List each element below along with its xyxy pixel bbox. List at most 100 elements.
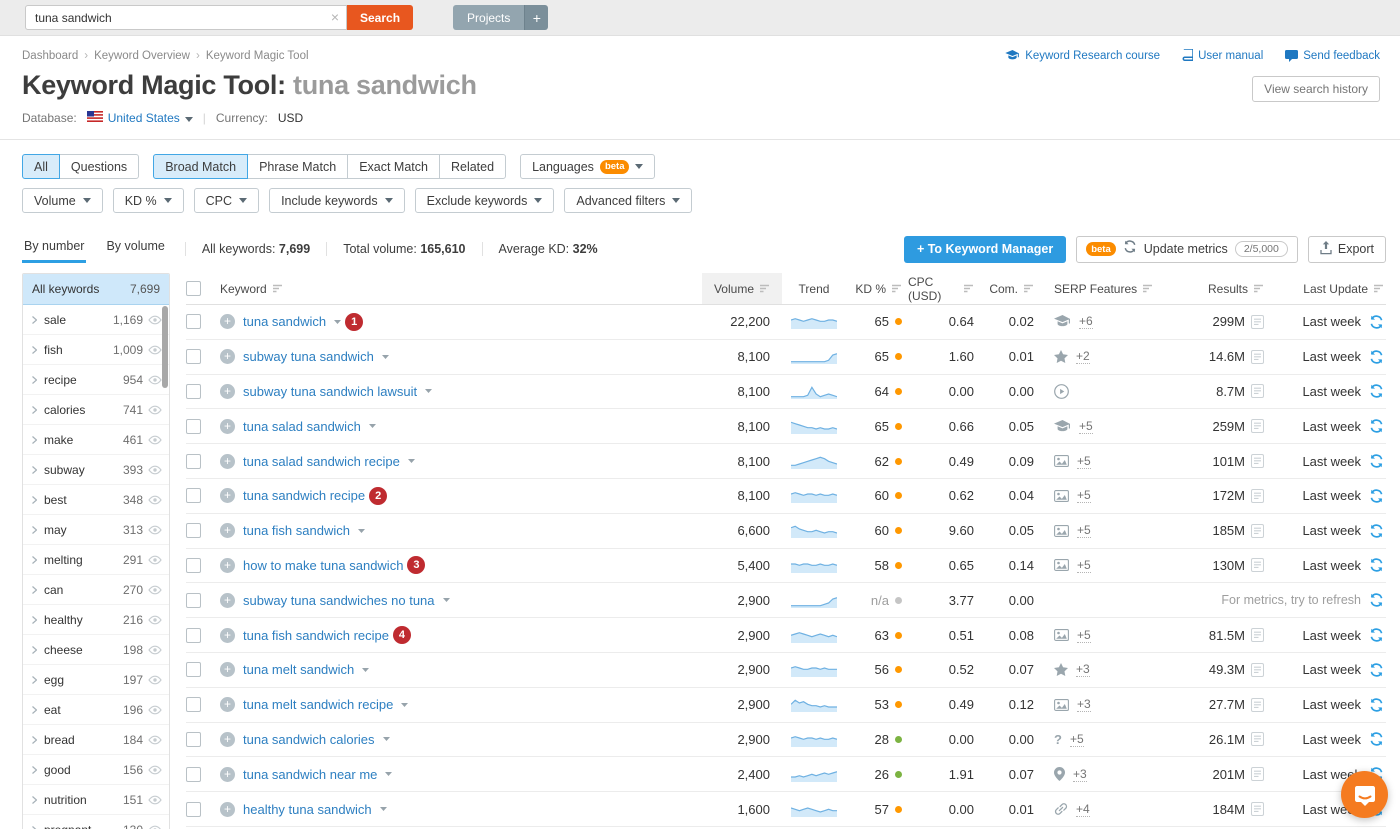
breadcrumb-item[interactable]: Keyword Magic Tool — [206, 50, 309, 62]
keyword-caret-icon[interactable] — [382, 355, 389, 359]
col-results[interactable]: Results — [1208, 282, 1264, 296]
match-tab-exact-match[interactable]: Exact Match — [347, 154, 440, 179]
to-keyword-manager-button[interactable]: + To Keyword Manager — [904, 236, 1066, 263]
serp-more-link[interactable]: +5 — [1077, 558, 1091, 573]
filter-include-keywords[interactable]: Include keywords — [269, 188, 405, 213]
row-checkbox[interactable] — [186, 454, 201, 469]
match-tab-questions[interactable]: Questions — [59, 154, 139, 179]
col-serp-features[interactable]: SERP Features — [1054, 282, 1153, 296]
row-checkbox[interactable] — [186, 314, 201, 329]
sidebar-group-cheese[interactable]: cheese 198 — [23, 635, 169, 665]
serp-more-link[interactable]: +5 — [1077, 454, 1091, 469]
keyword-link[interactable]: tuna fish sandwich — [243, 523, 350, 538]
row-checkbox[interactable] — [186, 419, 201, 434]
refresh-metrics-icon[interactable] — [1369, 350, 1384, 364]
sidebar-group-calories[interactable]: calories 741 — [23, 395, 169, 425]
keyword-caret-icon[interactable] — [401, 703, 408, 707]
sidebar-group-can[interactable]: can 270 — [23, 575, 169, 605]
keyword-caret-icon[interactable] — [334, 320, 341, 324]
keyword-link[interactable]: tuna sandwich calories — [243, 732, 375, 747]
new-project-button[interactable]: + — [524, 5, 548, 30]
serp-more-link[interactable]: +5 — [1077, 488, 1091, 503]
keyword-caret-icon[interactable] — [425, 389, 432, 393]
chat-widget-button[interactable] — [1341, 771, 1388, 818]
sidebar-group-bread[interactable]: bread 184 — [23, 725, 169, 755]
add-keyword-icon[interactable]: + — [220, 454, 235, 469]
sidebar-group-egg[interactable]: egg 197 — [23, 665, 169, 695]
filter-volume[interactable]: Volume — [22, 188, 103, 213]
keyword-link[interactable]: tuna sandwich near me — [243, 767, 377, 782]
refresh-metrics-icon[interactable] — [1369, 698, 1384, 712]
row-checkbox[interactable] — [186, 384, 201, 399]
keyword-link[interactable]: subway tuna sandwich lawsuit — [243, 384, 417, 399]
refresh-metrics-icon[interactable] — [1369, 454, 1384, 468]
sidebar-group-nutrition[interactable]: nutrition 151 — [23, 785, 169, 815]
search-button[interactable]: Search — [347, 5, 413, 30]
refresh-metrics-icon[interactable] — [1369, 524, 1384, 538]
keyword-caret-icon[interactable] — [443, 598, 450, 602]
serp-more-link[interactable]: +4 — [1076, 802, 1090, 817]
row-checkbox[interactable] — [186, 662, 201, 677]
keyword-link[interactable]: subway tuna sandwiches no tuna — [243, 593, 435, 608]
filter-exclude-keywords[interactable]: Exclude keywords — [415, 188, 555, 213]
breadcrumb-item[interactable]: Keyword Overview — [94, 50, 190, 62]
add-keyword-icon[interactable]: + — [220, 384, 235, 399]
sidebar-group-melting[interactable]: melting 291 — [23, 545, 169, 575]
filter-advanced-filters[interactable]: Advanced filters — [564, 188, 692, 213]
serp-more-link[interactable]: +3 — [1076, 662, 1090, 677]
col-com[interactable]: Com. — [989, 282, 1034, 296]
keyword-caret-icon[interactable] — [383, 737, 390, 741]
row-checkbox[interactable] — [186, 802, 201, 817]
view-tab-by-number[interactable]: By number — [22, 235, 86, 263]
keyword-link[interactable]: tuna melt sandwich — [243, 662, 354, 677]
sidebar-group-eat[interactable]: eat 196 — [23, 695, 169, 725]
refresh-metrics-icon[interactable] — [1369, 628, 1384, 642]
keyword-caret-icon[interactable] — [358, 529, 365, 533]
refresh-metrics-icon[interactable] — [1369, 419, 1384, 433]
row-checkbox[interactable] — [186, 767, 201, 782]
keyword-link[interactable]: tuna salad sandwich recipe — [243, 454, 400, 469]
keyword-link[interactable]: tuna fish sandwich recipe — [243, 628, 389, 643]
add-keyword-icon[interactable]: + — [220, 697, 235, 712]
add-keyword-icon[interactable]: + — [220, 488, 235, 503]
sidebar-group-may[interactable]: may 313 — [23, 515, 169, 545]
filter-kd-[interactable]: KD % — [113, 188, 184, 213]
header-link[interactable]: Send feedback — [1285, 49, 1380, 62]
add-keyword-icon[interactable]: + — [220, 593, 235, 608]
add-keyword-icon[interactable]: + — [220, 662, 235, 677]
col-cpc[interactable]: CPC (USD) — [908, 275, 974, 303]
col-last-update[interactable]: Last Update — [1303, 282, 1384, 296]
projects-button[interactable]: Projects — [453, 5, 524, 30]
keyword-caret-icon[interactable] — [362, 668, 369, 672]
header-link[interactable]: Keyword Research course — [1005, 49, 1160, 62]
row-checkbox[interactable] — [186, 349, 201, 364]
col-keyword[interactable]: Keyword — [220, 282, 283, 296]
serp-more-link[interactable]: +5 — [1077, 628, 1091, 643]
search-input[interactable] — [25, 5, 347, 30]
sidebar-group-pregnant[interactable]: pregnant 130 — [23, 815, 169, 829]
match-tab-broad-match[interactable]: Broad Match — [153, 154, 248, 179]
sidebar-group-make[interactable]: make 461 — [23, 425, 169, 455]
serp-more-link[interactable]: +2 — [1076, 349, 1090, 364]
match-tab-phrase-match[interactable]: Phrase Match — [247, 154, 348, 179]
keyword-caret-icon[interactable] — [385, 772, 392, 776]
sidebar-group-best[interactable]: best 348 — [23, 485, 169, 515]
keyword-link[interactable]: subway tuna sandwich — [243, 349, 374, 364]
keyword-caret-icon[interactable] — [380, 807, 387, 811]
update-metrics-button[interactable]: beta Update metrics 2/5,000 — [1076, 236, 1298, 263]
keyword-link[interactable]: tuna sandwich — [243, 314, 326, 329]
add-keyword-icon[interactable]: + — [220, 419, 235, 434]
sidebar-group-healthy[interactable]: healthy 216 — [23, 605, 169, 635]
sidebar-group-good[interactable]: good 156 — [23, 755, 169, 785]
header-link[interactable]: User manual — [1182, 49, 1263, 62]
languages-tab[interactable]: Languages beta — [520, 154, 655, 179]
add-keyword-icon[interactable]: + — [220, 732, 235, 747]
export-button[interactable]: Export — [1308, 236, 1386, 263]
keyword-caret-icon[interactable] — [408, 459, 415, 463]
view-search-history-button[interactable]: View search history — [1252, 76, 1380, 102]
breadcrumb-item[interactable]: Dashboard — [22, 50, 78, 62]
row-checkbox[interactable] — [186, 488, 201, 503]
refresh-metrics-icon[interactable] — [1369, 663, 1384, 677]
refresh-metrics-icon[interactable] — [1369, 593, 1384, 607]
sidebar-group-fish[interactable]: fish 1,009 — [23, 335, 169, 365]
